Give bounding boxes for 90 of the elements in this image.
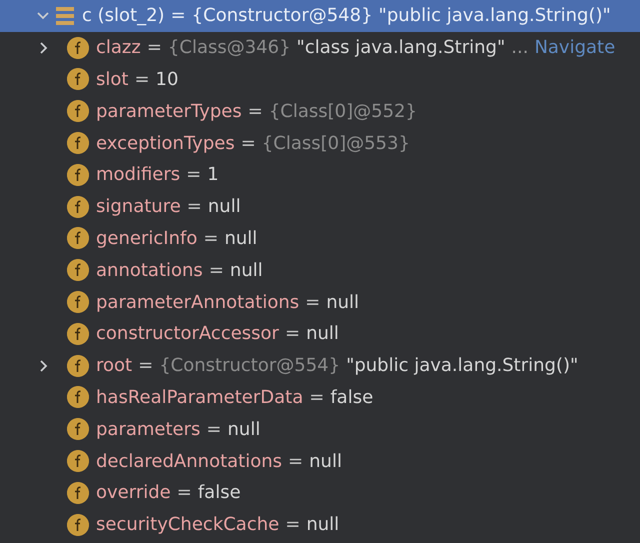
field-value: null	[309, 450, 342, 472]
field-icon	[67, 68, 89, 90]
field-name: exceptionTypes	[96, 132, 235, 154]
object-reference: {Constructor@554}	[159, 355, 340, 376]
field-value: 10	[156, 68, 178, 90]
field-icon	[67, 450, 89, 472]
tree-row[interactable]: modifiers = 1	[0, 158, 640, 191]
equals-sign: =	[206, 418, 222, 440]
tree-row[interactable]: clazz = {Class@346} "class java.lang.String" ... Navigate	[0, 32, 640, 64]
tree-row[interactable]: slot = 10	[0, 64, 640, 96]
navigate-link[interactable]: Navigate	[534, 37, 616, 58]
field-icon	[67, 100, 89, 122]
field-icon	[67, 386, 89, 408]
equals-sign: =	[186, 164, 202, 186]
field-icon	[67, 514, 89, 536]
equals-sign: =	[285, 514, 300, 536]
field-value: 1	[207, 164, 219, 186]
field-icon	[67, 418, 89, 440]
object-reference: {Class@346}	[168, 37, 291, 58]
field-name: parameters	[96, 418, 200, 440]
field-icon	[67, 36, 89, 59]
object-reference: {Class[0]@553}	[262, 132, 410, 154]
field-value: null	[208, 196, 241, 218]
equals-sign: =	[208, 260, 224, 281]
equals-sign: =	[146, 37, 162, 58]
tree-row[interactable]: securityCheckCache = null	[0, 508, 640, 541]
equals-sign: =	[203, 228, 218, 249]
equals-sign: =	[309, 386, 324, 408]
field-value: false	[330, 386, 374, 408]
tree-row[interactable]: hasRealParameterData = false	[0, 382, 640, 414]
field-value: "public java.lang.String()"	[346, 355, 578, 376]
tree-row[interactable]: annotations = null	[0, 254, 640, 286]
tree-row[interactable]: root = {Constructor@554} "public java.lang.String()"	[0, 350, 640, 382]
equals-sign: =	[138, 355, 154, 376]
field-name: genericInfo	[96, 228, 198, 249]
field-value: "class java.lang.String"	[296, 37, 506, 58]
field-value: null	[306, 323, 339, 344]
tree-row[interactable]: constructorAccessor = null	[0, 318, 640, 350]
tree-row[interactable]: genericInfo = null	[0, 222, 640, 254]
field-name: modifiers	[96, 164, 180, 186]
field-name: signature	[96, 196, 181, 218]
field-name: parameterAnnotations	[96, 292, 300, 313]
field-name: override	[96, 482, 171, 504]
variable-name: c (slot_2)	[82, 5, 165, 26]
equals-sign: =	[284, 323, 300, 344]
field-name: hasRealParameterData	[96, 386, 304, 408]
equals-sign: =	[134, 68, 150, 90]
equals-sign: =	[186, 196, 202, 218]
field-name: root	[96, 355, 132, 376]
tree-row[interactable]: c (slot_2) = {Constructor@548} "public java.lang.String()"	[0, 0, 640, 32]
equals-sign: =	[176, 482, 192, 504]
object-reference: {Class[0]@552}	[268, 100, 417, 122]
equals-sign: =	[248, 100, 263, 122]
tree-row[interactable]: exceptionTypes = {Class[0]@553}	[0, 127, 640, 159]
field-name: constructorAccessor	[96, 323, 279, 344]
field-value: null	[326, 292, 360, 313]
equals-sign: =	[288, 450, 304, 472]
field-value: false	[198, 482, 241, 504]
field-icon	[67, 322, 89, 345]
field-value: null	[306, 514, 340, 536]
field-icon	[67, 482, 89, 504]
field-name: parameterTypes	[96, 100, 242, 122]
tree-row[interactable]: parameterTypes = {Class[0]@552}	[0, 95, 640, 128]
field-icon	[67, 164, 89, 186]
field-name: securityCheckCache	[96, 514, 280, 536]
equals-sign: =	[305, 292, 320, 313]
tree-row[interactable]: parameterAnnotations = null	[0, 286, 640, 318]
tree-row[interactable]: declaredAnnotations = null	[0, 445, 640, 477]
stack-icon	[56, 6, 74, 26]
object-reference: {Constructor@548}	[192, 5, 373, 26]
field-name: annotations	[96, 260, 203, 281]
field-value: null	[224, 228, 258, 249]
tree-row[interactable]: signature = null	[0, 190, 640, 223]
field-icon	[67, 259, 89, 282]
field-name: declaredAnnotations	[96, 450, 282, 472]
field-value: null	[228, 418, 260, 440]
field-icon	[67, 132, 89, 154]
variable-value: "public java.lang.String()"	[378, 5, 611, 26]
tree-row[interactable]: parameters = null	[0, 413, 640, 446]
field-name: clazz	[96, 37, 141, 58]
ellipsis: ...	[511, 37, 528, 58]
field-icon	[67, 196, 89, 218]
field-name: slot	[96, 68, 128, 90]
equals-sign: =	[240, 132, 256, 154]
field-icon	[67, 354, 89, 377]
field-value: null	[230, 260, 263, 281]
equals-sign: =	[170, 5, 186, 26]
field-icon	[67, 227, 89, 250]
tree-row[interactable]: override = false	[0, 476, 640, 509]
field-icon	[67, 291, 89, 314]
